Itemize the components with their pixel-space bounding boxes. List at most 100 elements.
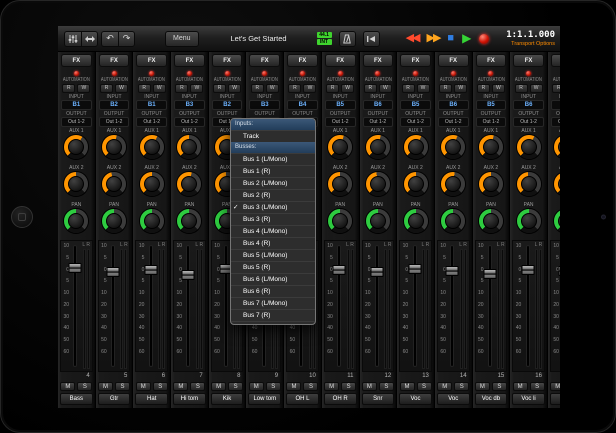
fx-button[interactable]: FX — [212, 54, 243, 67]
output-select[interactable]: Out 1-2 — [61, 117, 92, 127]
aux1-knob[interactable] — [517, 135, 541, 159]
fx-button[interactable]: FX — [325, 54, 356, 67]
channel-name-button[interactable]: Low tom — [248, 393, 281, 405]
mute-button[interactable]: M — [173, 382, 188, 391]
aux1-knob[interactable] — [554, 135, 560, 159]
automation-read-button[interactable]: R — [288, 84, 301, 93]
fader-cap[interactable] — [182, 270, 195, 280]
channel-name-button[interactable]: Hat — [135, 393, 168, 405]
fx-button[interactable]: FX — [438, 54, 469, 67]
record-arm-led[interactable] — [451, 71, 456, 76]
mute-button[interactable]: M — [60, 382, 75, 391]
input-select[interactable]: B2 — [212, 100, 243, 110]
dropdown-item[interactable]: Bus 3 (R) — [231, 213, 315, 225]
automation-write-button[interactable]: W — [115, 84, 128, 93]
record-arm-led[interactable] — [413, 71, 418, 76]
edit-view-button[interactable] — [81, 31, 98, 47]
mute-button[interactable]: M — [98, 382, 113, 391]
input-select[interactable]: B5 — [476, 100, 507, 110]
input-select[interactable]: B4 — [287, 100, 318, 110]
pan-knob[interactable] — [64, 209, 88, 233]
fader-track[interactable] — [224, 245, 228, 367]
output-select[interactable]: Out 1-2 — [400, 117, 431, 127]
mute-button[interactable]: M — [136, 382, 151, 391]
channel-name-button[interactable]: Voc — [550, 393, 560, 405]
rewind-button[interactable]: ◀◀ — [406, 33, 419, 44]
record-arm-led[interactable] — [74, 71, 79, 76]
mute-button[interactable]: M — [249, 382, 264, 391]
dropdown-item[interactable]: Bus 6 (L/Mono) — [231, 273, 315, 285]
input-select[interactable]: B1 — [61, 100, 92, 110]
dropdown-item[interactable]: Track — [231, 130, 315, 142]
pan-knob[interactable] — [517, 209, 541, 233]
fx-button[interactable]: FX — [136, 54, 167, 67]
fader-track[interactable] — [149, 245, 153, 367]
dropdown-item[interactable]: Bus 6 (R) — [231, 285, 315, 297]
aux2-knob[interactable] — [177, 172, 201, 196]
fader-track[interactable] — [186, 245, 190, 367]
fader-track[interactable] — [73, 245, 77, 367]
automation-read-button[interactable]: R — [213, 84, 226, 93]
menu-button[interactable]: Menu — [165, 31, 199, 47]
solo-button[interactable]: S — [379, 382, 394, 391]
aux2-knob[interactable] — [64, 172, 88, 196]
solo-button[interactable]: S — [153, 382, 168, 391]
aux1-knob[interactable] — [366, 135, 390, 159]
fader-cap[interactable] — [483, 269, 496, 279]
automation-read-button[interactable]: R — [326, 84, 339, 93]
input-select[interactable]: B5 — [325, 100, 356, 110]
aux1-knob[interactable] — [64, 135, 88, 159]
dropdown-item[interactable]: Bus 7 (L/Mono) — [231, 297, 315, 309]
transport-options-link[interactable]: Transport Options — [511, 41, 555, 47]
automation-read-button[interactable]: R — [175, 84, 188, 93]
record-arm-led[interactable] — [187, 71, 192, 76]
input-select[interactable]: B5 — [400, 100, 431, 110]
fader-cap[interactable] — [144, 265, 157, 275]
fader-track[interactable] — [488, 245, 492, 367]
solo-button[interactable]: S — [530, 382, 545, 391]
pan-knob[interactable] — [177, 209, 201, 233]
pan-knob[interactable] — [404, 209, 428, 233]
aux2-knob[interactable] — [441, 172, 465, 196]
aux2-knob[interactable] — [366, 172, 390, 196]
record-arm-led[interactable] — [488, 71, 493, 76]
channel-name-button[interactable]: Hi tom — [173, 393, 206, 405]
automation-write-button[interactable]: W — [190, 84, 203, 93]
channel-name-button[interactable]: Voc — [437, 393, 470, 405]
aux2-knob[interactable] — [140, 172, 164, 196]
automation-read-button[interactable]: R — [364, 84, 377, 93]
solo-button[interactable]: S — [417, 382, 432, 391]
automation-read-button[interactable]: R — [477, 84, 490, 93]
aux1-knob[interactable] — [328, 135, 352, 159]
dropdown-item[interactable]: Bus 5 (L/Mono) — [231, 249, 315, 261]
fader-cap[interactable] — [370, 267, 383, 277]
input-select[interactable]: B3 — [174, 100, 205, 110]
mute-button[interactable]: M — [362, 382, 377, 391]
solo-button[interactable]: S — [77, 382, 92, 391]
automation-read-button[interactable]: R — [402, 84, 415, 93]
fx-button[interactable]: FX — [476, 54, 507, 67]
fx-button[interactable]: FX — [287, 54, 318, 67]
fader-track[interactable] — [337, 245, 341, 367]
input-select[interactable]: B6 — [551, 100, 560, 110]
fx-button[interactable]: FX — [61, 54, 92, 67]
dropdown-item[interactable]: ✓Bus 3 (L/Mono) — [231, 201, 315, 213]
aux2-knob[interactable] — [554, 172, 560, 196]
fader-cap[interactable] — [559, 266, 560, 276]
mute-button[interactable]: M — [211, 382, 226, 391]
dropdown-item[interactable]: Bus 4 (L/Mono) — [231, 225, 315, 237]
pan-knob[interactable] — [140, 209, 164, 233]
fx-button[interactable]: FX — [400, 54, 431, 67]
automation-write-button[interactable]: W — [228, 84, 241, 93]
fader-track[interactable] — [111, 245, 115, 367]
automation-write-button[interactable]: W — [379, 84, 392, 93]
aux1-knob[interactable] — [441, 135, 465, 159]
dropdown-item[interactable]: Bus 7 (R) — [231, 309, 315, 321]
automation-read-button[interactable]: R — [62, 84, 75, 93]
pan-knob[interactable] — [328, 209, 352, 233]
mute-button[interactable]: M — [400, 382, 415, 391]
solo-button[interactable]: S — [454, 382, 469, 391]
automation-write-button[interactable]: W — [77, 84, 90, 93]
return-to-zero-button[interactable] — [363, 31, 380, 47]
channel-name-button[interactable]: OH L — [286, 393, 319, 405]
